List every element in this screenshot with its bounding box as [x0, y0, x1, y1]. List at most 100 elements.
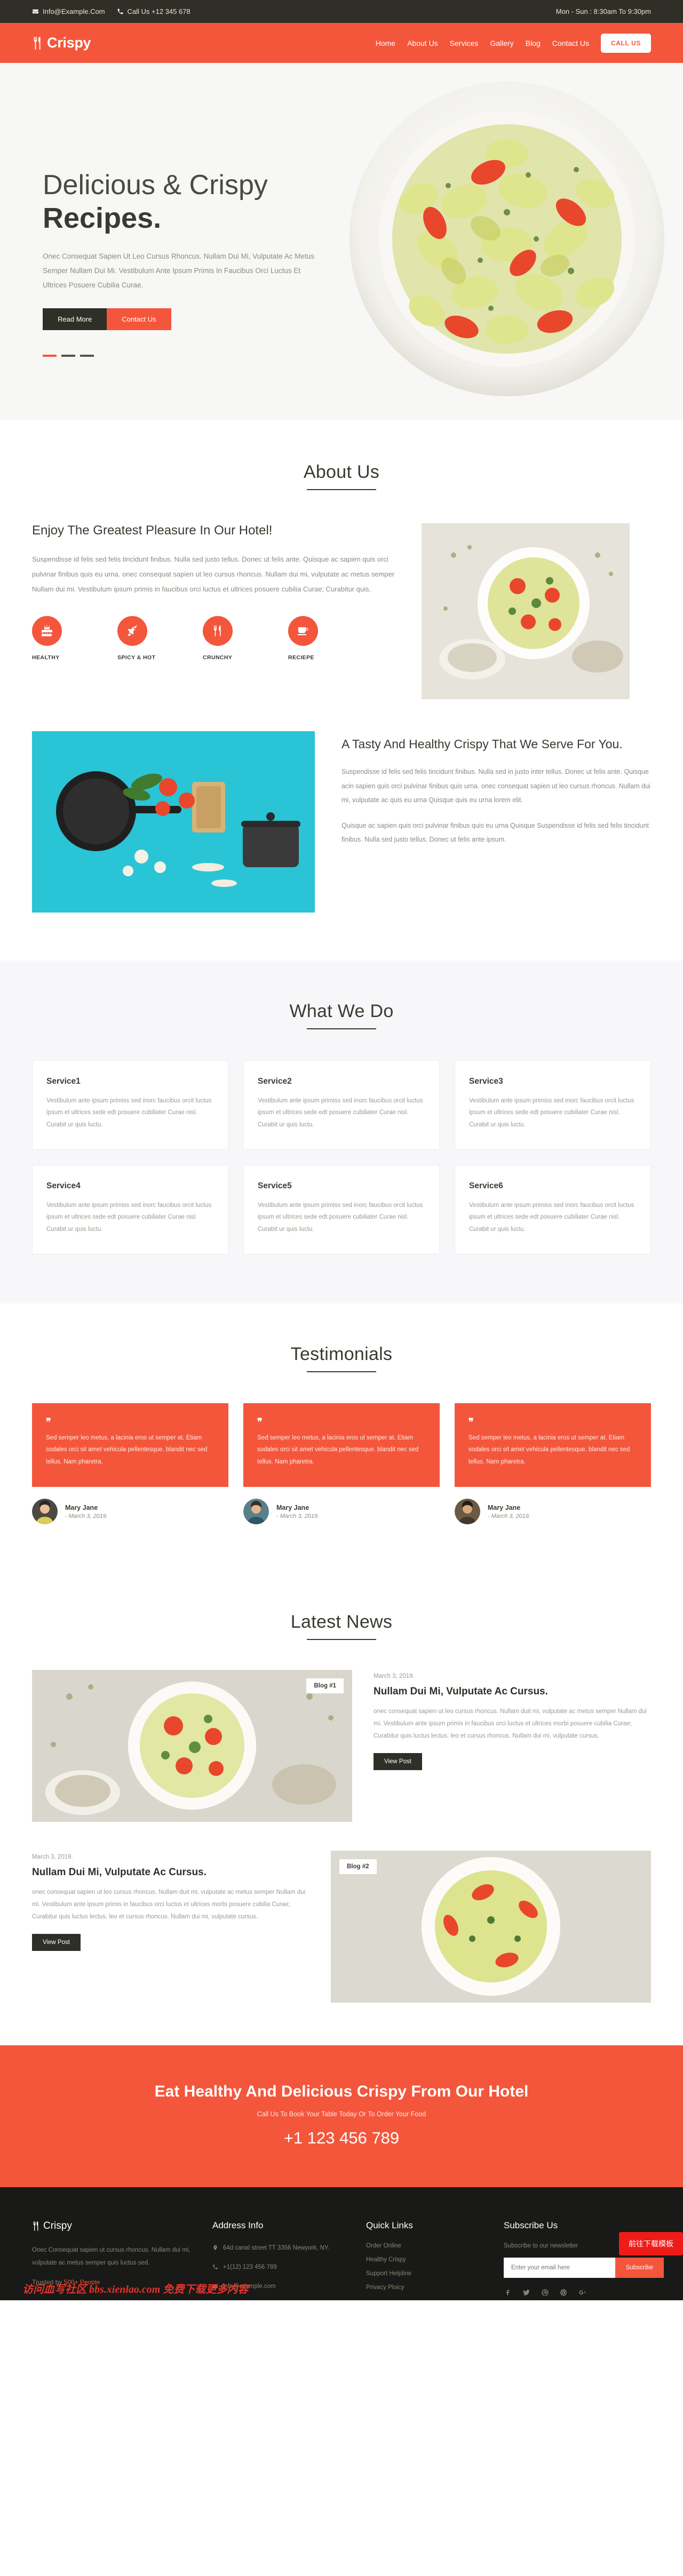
- footer-link-privacy-ploicy[interactable]: Privacy Ploicy: [366, 2284, 483, 2291]
- testimonial-date: - March 3, 2019.: [65, 1513, 108, 1519]
- view-post-button[interactable]: View Post: [32, 1934, 81, 1951]
- footer-email-line[interactable]: info@example.com: [212, 2281, 346, 2293]
- fork-knife-icon: [203, 615, 233, 646]
- pinterest-icon[interactable]: [560, 2289, 568, 2297]
- trust-highlight: 500+ People: [63, 2278, 100, 2286]
- coffee-cup-icon: [288, 615, 318, 646]
- topbar-hours: Mon - Sun : 8:30am To 9:30pm: [555, 7, 651, 15]
- about2-paragraph-1: Suspendisse id felis sed felis tincidunt…: [342, 768, 650, 804]
- twitter-icon[interactable]: [522, 2289, 530, 2297]
- about2-paragraph-2: Quisque ac sapien quis orci pulvinar fin…: [342, 822, 649, 844]
- service-card[interactable]: Service4 Vestibulum ante ipsum primiss s…: [32, 1165, 228, 1254]
- news-post-row: Blog #2 March 3, 2019. Nullam Dui Mi, Vu…: [32, 1851, 651, 2003]
- about-section-title: About Us: [32, 462, 651, 490]
- footer-about-text: Onec Consequat sapien ut cursus rhoncus.…: [32, 2247, 190, 2267]
- facebook-icon[interactable]: [504, 2289, 512, 2297]
- testimonials-section-title: Testimonials: [32, 1344, 651, 1372]
- hero-title-line2: Recipes.: [43, 202, 162, 234]
- feature-label: CRUNCHY: [203, 654, 233, 661]
- read-more-button[interactable]: Read More: [43, 308, 107, 331]
- site-footer: Crispy Onec Consequat sapien ut cursus r…: [0, 2187, 683, 2300]
- testimonial-author: Mary Jane - March 3, 2019.: [243, 1499, 440, 1525]
- phone-icon: [213, 2265, 218, 2269]
- quote-icon: ❞: [468, 1417, 474, 1427]
- testimonials-section: Testimonials ❞ Sed semper leo metus, a l…: [0, 1303, 683, 1574]
- service-card[interactable]: Service3 Vestibulum ante ipsum primiss s…: [455, 1060, 651, 1150]
- footer-link-support-helpline[interactable]: Support Helpline: [366, 2270, 483, 2277]
- topbar-phone-text: Call Us +12 345 678: [127, 7, 190, 15]
- about2-heading: A Tasty And Healthy Crispy That We Serve…: [342, 737, 623, 751]
- testimonial-name: Mary Jane: [488, 1503, 521, 1511]
- services-section: What We Do Service1 Vestibulum ante ipsu…: [0, 961, 683, 1303]
- slider-dot-3[interactable]: [80, 355, 94, 357]
- service-title: Service4: [46, 1181, 81, 1190]
- feature-reciepe[interactable]: RECIEPE: [288, 615, 347, 661]
- service-card[interactable]: Service5 Vestibulum ante ipsum primiss s…: [243, 1165, 440, 1254]
- call-us-button[interactable]: CALL US: [601, 33, 651, 53]
- nav-link-blog[interactable]: Blog: [526, 39, 541, 47]
- testimonial-quote: Sed semper leo metus, a lacinia eros ut …: [257, 1435, 419, 1465]
- testimonial-card: ❞ Sed semper leo metus, a lacinia eros u…: [243, 1403, 440, 1487]
- footer-address-column: Address Info 64d canal street TT 3356 Ne…: [212, 2220, 346, 2300]
- service-card[interactable]: Service2 Vestibulum ante ipsum primiss s…: [243, 1060, 440, 1150]
- cta-heading: Eat Healthy And Delicious Crispy From Ou…: [154, 2083, 529, 2101]
- newsletter-email-input[interactable]: [504, 2258, 615, 2278]
- news-heading: Nullam Dui Mi, Vulputate Ac Cursus.: [32, 1867, 207, 1878]
- about-secondary-section: A Tasty And Healthy Crispy That We Serve…: [0, 699, 683, 961]
- news-badge: Blog #2: [339, 1859, 377, 1875]
- dribbble-icon[interactable]: [541, 2289, 549, 2297]
- feature-healthy[interactable]: HEALTHY: [32, 615, 91, 661]
- feature-crunchy[interactable]: CRUNCHY: [203, 615, 261, 661]
- contact-us-button[interactable]: Contact Us: [107, 308, 171, 331]
- subscribe-button[interactable]: Subscribe: [615, 2258, 664, 2278]
- cta-phone-number[interactable]: +1 123 456 789: [32, 2129, 651, 2148]
- avatar: [32, 1499, 58, 1525]
- feature-spicy-hot[interactable]: SPICY & HOT: [117, 615, 176, 661]
- top-info-bar: Info@Example.Com Call Us +12 345 678 Mon…: [0, 0, 683, 23]
- footer-email-text: info@example.com: [223, 2283, 276, 2290]
- view-post-button[interactable]: View Post: [374, 1753, 422, 1771]
- avatar: [455, 1499, 480, 1525]
- about-section: About Us Enjoy The Greatest Pleasure In …: [0, 420, 683, 699]
- news-image-1: [32, 1670, 352, 1822]
- service-body: Vestibulum ante ipsum primiss sed inorc …: [469, 1098, 634, 1128]
- quote-icon: ❞: [46, 1417, 51, 1427]
- services-section-title: What We Do: [32, 1001, 651, 1029]
- hero-title-line1: Delicious & Crispy: [43, 170, 268, 201]
- service-title: Service5: [258, 1181, 292, 1190]
- footer-phone-line[interactable]: +1(12) 123 456 789: [212, 2262, 346, 2274]
- google-plus-icon[interactable]: [578, 2289, 586, 2297]
- footer-phone-text: +1(12) 123 456 789: [223, 2264, 277, 2271]
- news-heading: Nullam Dui Mi, Vulputate Ac Cursus.: [374, 1686, 548, 1698]
- cake-icon: [32, 615, 62, 646]
- nav-link-services[interactable]: Services: [450, 39, 479, 47]
- service-card[interactable]: Service6 Vestibulum ante ipsum primiss s…: [455, 1165, 651, 1254]
- footer-link-healthy-crispy[interactable]: Healthy Crispy: [366, 2257, 483, 2263]
- service-body: Vestibulum ante ipsum primiss sed inorc …: [469, 1202, 634, 1233]
- testimonial-item: ❞ Sed semper leo metus, a lacinia eros u…: [455, 1403, 651, 1525]
- service-card[interactable]: Service1 Vestibulum ante ipsum primiss s…: [32, 1060, 228, 1150]
- rocket-icon: [117, 615, 147, 646]
- testimonial-quote: Sed semper leo metus, a lacinia eros ut …: [46, 1435, 208, 1465]
- nav-link-home[interactable]: Home: [376, 39, 395, 47]
- topbar-phone[interactable]: Call Us +12 345 678: [117, 7, 190, 15]
- brand-logo[interactable]: Crispy: [32, 35, 91, 51]
- footer-brand[interactable]: Crispy: [32, 2220, 192, 2232]
- topbar-email[interactable]: Info@Example.Com: [32, 7, 105, 15]
- service-body: Vestibulum ante ipsum primiss sed inorc …: [258, 1098, 423, 1128]
- avatar: [243, 1499, 269, 1525]
- slider-dot-1[interactable]: [43, 355, 57, 357]
- footer-quick-title: Quick Links: [366, 2220, 413, 2231]
- nav-link-gallery[interactable]: Gallery: [490, 39, 513, 47]
- footer-address-line: 64d canal street TT 3356 Newyork, NY.: [212, 2243, 346, 2254]
- nav-link-contact-us[interactable]: Contact Us: [552, 39, 589, 47]
- footer-about-column: Crispy Onec Consequat sapien ut cursus r…: [32, 2220, 192, 2300]
- testimonial-date: - March 3, 2019.: [488, 1513, 531, 1519]
- slider-dot-2[interactable]: [61, 355, 75, 357]
- footer-link-order-online[interactable]: Order Online: [366, 2243, 483, 2249]
- news-badge: Blog #1: [306, 1678, 344, 1694]
- feature-label: HEALTHY: [32, 654, 60, 661]
- nav-link-about-us[interactable]: About Us: [407, 39, 438, 47]
- download-template-button[interactable]: 前往下载模板: [619, 2231, 683, 2255]
- testimonial-name: Mary Jane: [65, 1503, 98, 1511]
